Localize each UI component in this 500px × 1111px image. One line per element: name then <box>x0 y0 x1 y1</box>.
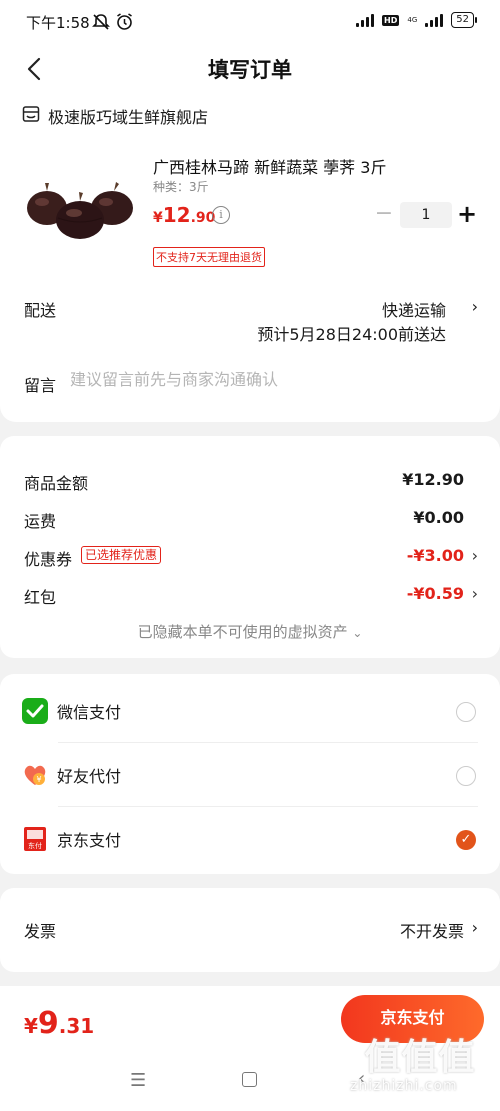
nav-menu-icon[interactable]: ☰ <box>130 1070 146 1091</box>
product-spec: 种类：3斤 <box>153 180 209 194</box>
jd-pay-icon: 东付 <box>22 826 48 852</box>
goods-amount-value: ¥12.90 <box>402 470 464 489</box>
payment-label: 好友代付 <box>57 767 122 786</box>
note-label: 留言 <box>24 376 57 395</box>
delivery-label: 配送 <box>24 301 57 320</box>
chevron-down-icon: ⌄ <box>352 626 363 640</box>
payment-option-friend[interactable]: ¥ 好友代付 <box>0 742 500 806</box>
invoice-label: 发票 <box>24 922 57 941</box>
jd-pay-icon-text: 东付 <box>28 841 42 850</box>
shop-row[interactable]: 极速版巧域生鲜旗舰店 <box>22 104 208 128</box>
status-icons: HD 4G 52 <box>356 12 477 28</box>
total-integer: 9 <box>37 1006 59 1041</box>
chevron-right-icon[interactable]: › <box>472 918 478 937</box>
delivery-method[interactable]: 快递运输 <box>382 297 446 321</box>
shop-icon <box>22 105 40 127</box>
price-currency: ¥ <box>153 210 163 226</box>
radio-friend[interactable] <box>456 766 476 786</box>
hidden-assets-text: 已隐藏本单不可使用的虚拟资产 <box>137 623 348 641</box>
signal-4g-icon <box>425 13 444 27</box>
invoice-value[interactable]: 不开发票 <box>400 918 464 942</box>
goods-amount-label: 商品金额 <box>24 474 89 493</box>
price-integer: 12 <box>162 203 191 227</box>
delivery-eta: 预计5月28日24:00前送达 <box>257 325 446 344</box>
hd-icon: HD <box>382 14 400 26</box>
coupon-label: 优惠券 <box>24 550 73 569</box>
quantity-field[interactable]: 1 <box>400 202 452 228</box>
payment-option-jd[interactable]: 东付 京东支付 ✓ <box>0 806 500 870</box>
wechat-pay-icon <box>22 698 48 724</box>
red-packet-value[interactable]: -¥0.59 <box>407 584 464 603</box>
quantity-minus-button[interactable]: − <box>373 202 395 228</box>
hidden-assets-toggle[interactable]: 已隐藏本单不可使用的虚拟资产 ⌄ <box>0 621 500 642</box>
radio-wechat[interactable] <box>456 702 476 722</box>
chevron-right-icon[interactable]: › <box>472 297 478 316</box>
svg-text:¥: ¥ <box>36 775 41 784</box>
red-packet-label: 红包 <box>24 588 57 607</box>
chevron-right-icon[interactable]: › <box>472 584 478 603</box>
total-decimal: .31 <box>58 1014 95 1038</box>
header: 填写订单 <box>0 44 500 94</box>
friend-pay-icon: ¥ <box>22 762 48 788</box>
coupon-tag: 已选推荐优惠 <box>81 546 162 564</box>
chevron-right-icon[interactable]: › <box>472 546 478 565</box>
alarm-icon <box>115 12 134 35</box>
info-icon[interactable]: i <box>212 206 230 224</box>
payment-option-wechat[interactable]: 微信支付 <box>0 678 500 742</box>
watermark-url: zhizhizhi.com <box>350 1078 458 1094</box>
status-time: 下午1:58 <box>26 14 90 32</box>
no-return-tag: 不支持7天无理由退货 <box>153 247 265 267</box>
product-title[interactable]: 广西桂林马蹄 新鲜蔬菜 荸荠 3斤 <box>153 154 386 178</box>
page-title: 填写订单 <box>208 58 292 82</box>
network-indicator: 4G <box>407 15 418 24</box>
note-input[interactable] <box>70 370 430 389</box>
payment-label: 京东支付 <box>57 831 122 850</box>
mute-icon <box>92 13 110 35</box>
nav-home-icon[interactable] <box>242 1072 257 1087</box>
signal-icon <box>356 13 375 27</box>
battery-icon: 52 <box>451 12 477 28</box>
quantity-plus-button[interactable]: + <box>456 201 478 227</box>
product-price: ¥12.90 <box>153 203 215 227</box>
payment-label: 微信支付 <box>57 703 122 722</box>
watermark: 值值值 <box>364 1037 476 1078</box>
shipping-fee-value: ¥0.00 <box>413 508 464 527</box>
network-type: 4G <box>407 15 418 24</box>
shipping-fee-label: 运费 <box>24 512 57 531</box>
product-image[interactable] <box>22 172 138 252</box>
shop-name: 极速版巧域生鲜旗舰店 <box>48 108 209 127</box>
coupon-value[interactable]: -¥3.00 <box>407 546 464 565</box>
radio-jd-checked[interactable]: ✓ <box>456 830 476 850</box>
total-price: ¥9.31 <box>24 1006 94 1041</box>
total-currency: ¥ <box>24 1014 38 1038</box>
